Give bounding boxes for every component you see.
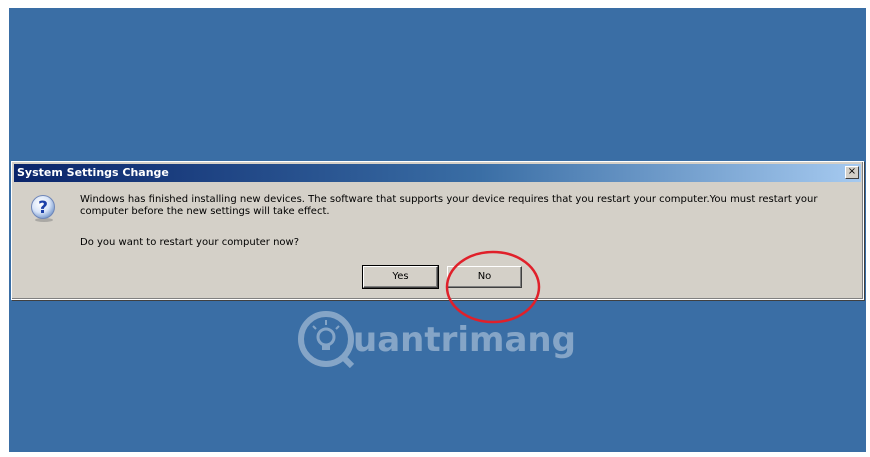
quantrimang-watermark: uantrimang: [297, 306, 597, 376]
desktop-background: System Settings Change × ? Windows has f…: [9, 8, 866, 452]
dialog-titlebar[interactable]: System Settings Change ×: [14, 164, 861, 182]
watermark-text: uantrimang: [353, 320, 576, 360]
dialog-message: Windows has finished installing new devi…: [80, 194, 818, 217]
close-button[interactable]: ×: [845, 166, 859, 179]
system-settings-change-dialog: System Settings Change × ? Windows has f…: [11, 161, 864, 300]
dialog-question: Do you want to restart your computer now…: [80, 237, 300, 248]
dialog-title: System Settings Change: [17, 166, 169, 179]
quantrimang-logo-icon: [298, 311, 355, 368]
question-icon: ?: [31, 195, 55, 222]
close-icon: ×: [847, 166, 857, 177]
yes-button[interactable]: Yes: [362, 265, 439, 289]
svg-text:?: ?: [38, 198, 48, 218]
